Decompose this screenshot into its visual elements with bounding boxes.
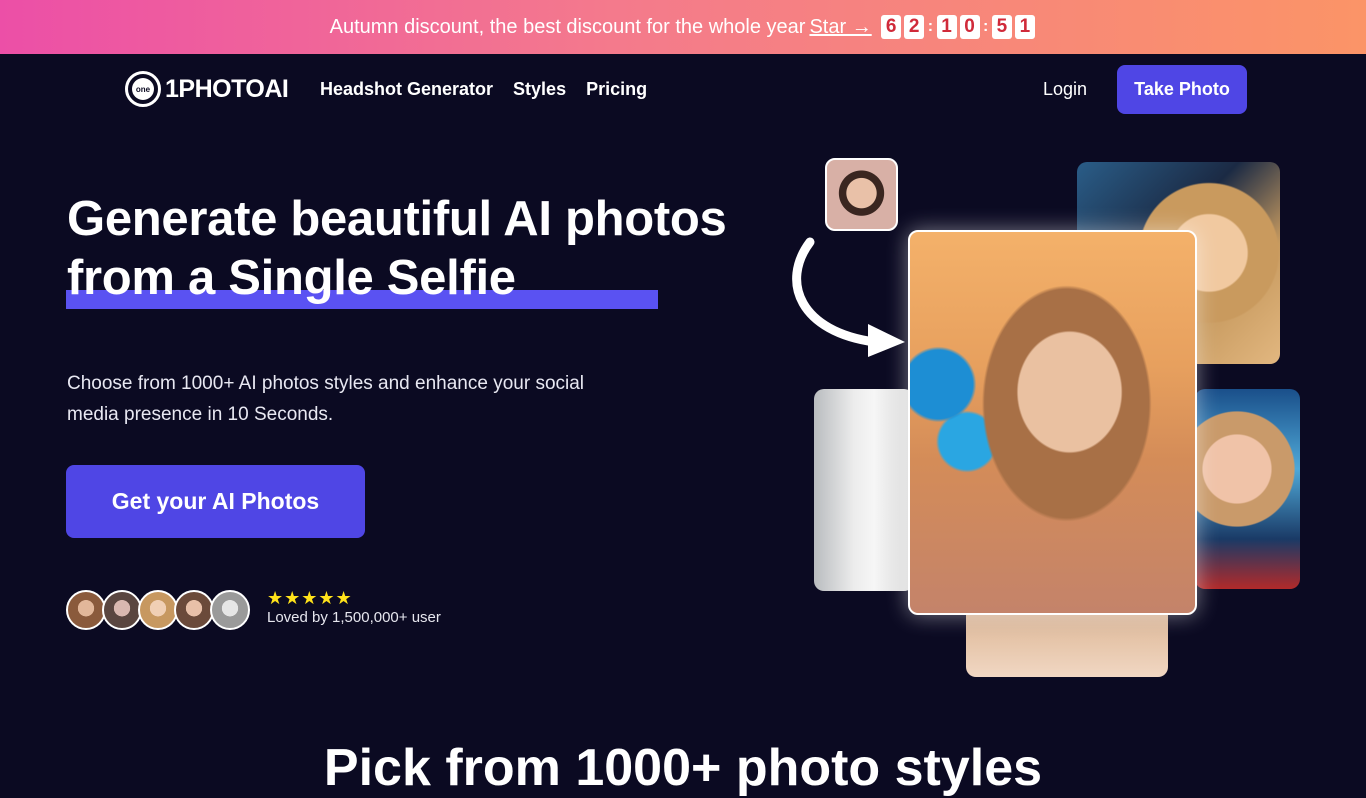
promo-message: Autumn discount, the best discount for t… xyxy=(329,15,806,38)
countdown-digit: 0 xyxy=(959,15,980,39)
section-title: Pick from 1000+ photo styles xyxy=(323,739,1043,797)
nav-link-headshot-generator[interactable]: Headshot Generator xyxy=(320,79,493,100)
top-nav: one 1PHOTOAI Headshot Generator Styles P… xyxy=(0,54,1366,124)
loved-by-text: Loved by 1,500,000+ user xyxy=(267,609,441,626)
user-avatars xyxy=(66,590,250,630)
nav-link-pricing[interactable]: Pricing xyxy=(586,79,647,100)
generated-photo xyxy=(814,389,914,591)
curved-arrow-icon xyxy=(792,237,905,357)
main-generated-photo xyxy=(908,230,1197,615)
rating-stars: ★★★★★ xyxy=(267,588,353,608)
countdown-digit: 2 xyxy=(904,15,925,39)
avatar xyxy=(174,590,214,630)
promo-banner: Autumn discount, the best discount for t… xyxy=(0,0,1366,54)
nav-link-styles[interactable]: Styles xyxy=(513,79,566,100)
hero-subtitle: Choose from 1000+ AI photos styles and e… xyxy=(67,373,585,425)
generated-photo xyxy=(1195,389,1300,589)
hero-title: Generate beautiful AI photos from a Sing… xyxy=(67,190,727,308)
avatar xyxy=(210,590,250,630)
get-ai-photos-button[interactable]: Get your AI Photos xyxy=(66,465,365,538)
avatar xyxy=(102,590,142,630)
logo-text: 1PHOTOAI xyxy=(165,74,289,103)
logo-icon: one xyxy=(125,71,161,107)
countdown-digit: 1 xyxy=(1014,15,1035,39)
countdown-digit: 5 xyxy=(991,15,1012,39)
selfie-thumbnail xyxy=(825,158,898,231)
countdown-digit: 6 xyxy=(881,15,902,39)
nav-links: Headshot Generator Styles Pricing xyxy=(320,79,647,100)
hero-title-line-2: from a Single Selfie xyxy=(67,251,516,305)
logo[interactable]: one 1PHOTOAI xyxy=(125,71,289,107)
promo-link[interactable]: Star → xyxy=(809,16,871,39)
login-link[interactable]: Login xyxy=(1043,79,1087,100)
countdown-timer: 6 2 : 1 0 : 5 1 xyxy=(880,15,1037,39)
hero-title-line-1: Generate beautiful AI photos xyxy=(67,192,727,246)
countdown-digit: 1 xyxy=(936,15,957,39)
avatar xyxy=(138,590,178,630)
avatar xyxy=(66,590,106,630)
take-photo-button[interactable]: Take Photo xyxy=(1117,65,1247,114)
